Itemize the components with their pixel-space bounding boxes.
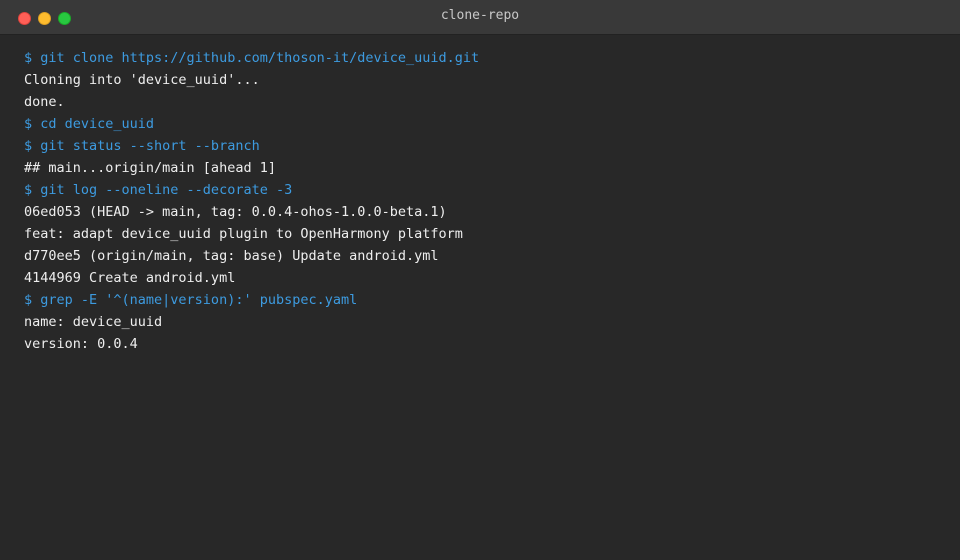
terminal-line-command: $ git clone https://github.com/thoson-it… <box>24 50 480 66</box>
terminal-line-output: Cloning into 'device_uuid'... <box>24 72 260 88</box>
terminal-line-output: d770ee5 (origin/main, tag: base) Update … <box>24 248 439 264</box>
terminal-line-command: $ grep -E '^(name|version):' pubspec.yam… <box>24 292 358 308</box>
terminal-line-command: $ git log --oneline --decorate -3 <box>24 182 293 198</box>
terminal-line-output: version: 0.0.4 <box>24 336 138 352</box>
terminal-line-output: 06ed053 (HEAD -> main, tag: 0.0.4-ohos-1… <box>24 204 447 220</box>
window-title: clone-repo <box>440 8 520 23</box>
terminal-line-command: $ cd device_uuid <box>24 116 155 132</box>
terminal-line-command: $ git status --short --branch <box>24 138 260 154</box>
terminal-line-output: name: device_uuid <box>24 314 163 330</box>
title-bar[interactable]: clone-repo <box>0 0 960 35</box>
terminal-output[interactable]: $ git clone https://github.com/thoson-it… <box>24 47 936 548</box>
terminal-line-output: ## main...origin/main [ahead 1] <box>24 160 276 176</box>
terminal-line-output: feat: adapt device_uuid plugin to OpenHa… <box>24 226 463 242</box>
terminal-line-output: 4144969 Create android.yml <box>24 270 236 286</box>
terminal-line-output: done. <box>24 94 65 110</box>
terminal-window: clone-repo $ git clone https://github.co… <box>0 0 960 560</box>
